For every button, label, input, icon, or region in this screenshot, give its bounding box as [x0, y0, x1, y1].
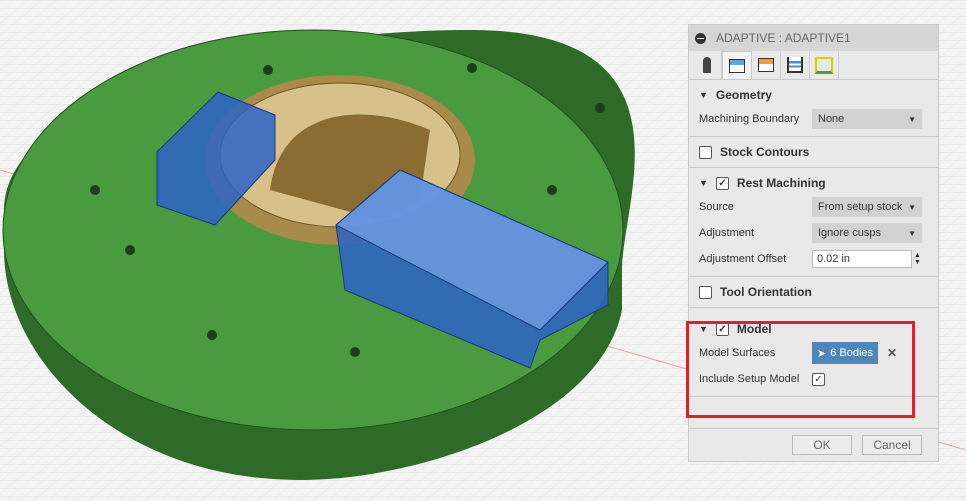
expand-triangle-icon[interactable]: ▼	[699, 178, 708, 188]
collapse-icon[interactable]	[695, 32, 706, 44]
stock-contours-section: Stock Contours	[689, 137, 938, 168]
tab-tool[interactable]	[693, 51, 722, 79]
rest-machining-checkbox[interactable]: ✓	[715, 176, 729, 190]
tool-orientation-section: Tool Orientation	[689, 277, 938, 308]
chevron-down-icon: ▼	[908, 114, 916, 124]
chevron-down-icon: ▼	[908, 228, 916, 238]
field-label: Adjustment Offset	[699, 253, 787, 265]
tool-orientation-checkbox[interactable]	[699, 285, 712, 299]
section-title: Rest Machining	[736, 176, 826, 190]
highlight-box	[686, 321, 915, 418]
dialog-titlebar[interactable]: ADAPTIVE : ADAPTIVE1	[689, 25, 938, 51]
geometry-section: ▼ Geometry Machining Boundary None ▼	[689, 80, 938, 137]
expand-triangle-icon: ▼	[699, 90, 708, 100]
tab-passes[interactable]	[781, 51, 810, 79]
heights-icon	[758, 58, 774, 72]
tool-icon	[703, 57, 711, 73]
geometry-header[interactable]: ▼ Geometry	[699, 84, 928, 106]
geometry-icon	[729, 58, 745, 73]
spinner-icon[interactable]: ▲ ▼	[914, 252, 921, 266]
ok-button[interactable]: OK	[792, 435, 852, 455]
source-select[interactable]: From setup stock ▼	[812, 197, 922, 217]
stock-contours-checkbox[interactable]	[699, 145, 712, 159]
adjustment-select[interactable]: Ignore cusps ▼	[812, 223, 922, 243]
section-title: Stock Contours	[720, 145, 810, 159]
tab-linking[interactable]	[810, 51, 839, 79]
select-value: From setup stock	[818, 201, 903, 213]
section-title: Tool Orientation	[720, 285, 812, 299]
tab-heights[interactable]	[752, 51, 781, 79]
chevron-down-icon: ▼	[908, 202, 916, 212]
select-value: None	[818, 113, 845, 125]
field-label: Adjustment	[699, 227, 755, 239]
rest-machining-section: ▼ ✓ Rest Machining Source From setup stock ▼…	[689, 168, 938, 277]
tab-geometry[interactable]	[722, 51, 752, 79]
passes-icon	[787, 57, 803, 73]
dialog-title: ADAPTIVE : ADAPTIVE1	[716, 31, 851, 45]
section-title: Geometry	[715, 88, 772, 102]
select-value: Ignore cusps	[818, 227, 881, 239]
machining-boundary-select[interactable]: None ▼	[812, 109, 922, 129]
field-label: Machining Boundary	[699, 113, 800, 125]
field-label: Source	[699, 201, 734, 213]
cancel-button[interactable]: Cancel	[862, 435, 922, 455]
adjustment-offset-input[interactable]: 0.02 in	[812, 250, 912, 268]
linking-icon	[815, 56, 833, 74]
